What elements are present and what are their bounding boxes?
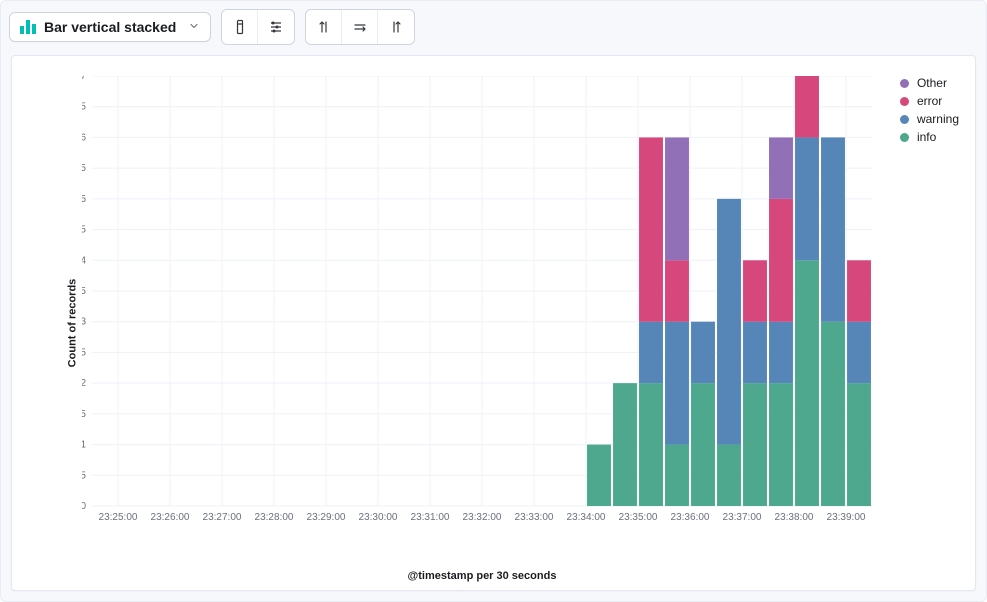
svg-text:23:26:00: 23:26:00	[151, 512, 190, 523]
bar-segment[interactable]	[847, 383, 871, 506]
chart-type-selector[interactable]: Bar vertical stacked	[9, 12, 211, 42]
svg-text:6.5: 6.5	[82, 102, 86, 113]
bar-segment[interactable]	[691, 322, 715, 383]
svg-text:5.5: 5.5	[82, 163, 86, 174]
bar-segment[interactable]	[795, 260, 819, 506]
bar-segment[interactable]	[639, 383, 663, 506]
bar-segment[interactable]	[847, 260, 871, 321]
svg-text:23:38:00: 23:38:00	[775, 512, 814, 523]
legend-dot-icon	[900, 133, 909, 142]
svg-text:23:35:00: 23:35:00	[619, 512, 658, 523]
svg-text:4: 4	[82, 255, 86, 266]
chart-panel: Count of records @timestamp per 30 secon…	[11, 55, 976, 591]
legend-dot-icon	[900, 97, 909, 106]
bar-segment[interactable]	[821, 137, 845, 321]
svg-text:5: 5	[82, 194, 86, 205]
svg-text:3: 3	[82, 317, 86, 328]
legend-item[interactable]: warning	[900, 110, 959, 128]
x-axis-label: @timestamp per 30 seconds	[82, 570, 882, 582]
bottom-axis-button[interactable]	[342, 10, 378, 44]
svg-text:23:29:00: 23:29:00	[307, 512, 346, 523]
chart-plot[interactable]: 0 0.5 1 1.5 2 2.5 3 3.5 4 4.5 5 5.5 6 6.5 7 23:25:00 23…	[82, 76, 882, 536]
bar-segment[interactable]	[821, 322, 845, 506]
y-axis-label: Count of records	[66, 279, 78, 368]
color-palette-button[interactable]	[222, 10, 258, 44]
legend-label: info	[917, 130, 936, 144]
settings-list-button[interactable]	[258, 10, 294, 44]
legend: Other error warning info	[900, 74, 959, 146]
bar-segment[interactable]	[743, 383, 767, 506]
left-axis-button[interactable]	[306, 10, 342, 44]
legend-item[interactable]: info	[900, 128, 959, 146]
svg-text:1: 1	[82, 440, 86, 451]
svg-text:23:31:00: 23:31:00	[411, 512, 450, 523]
svg-text:23:27:00: 23:27:00	[203, 512, 242, 523]
svg-text:2: 2	[82, 378, 86, 389]
legend-item[interactable]: error	[900, 92, 959, 110]
bar-segment[interactable]	[717, 445, 741, 506]
svg-text:23:25:00: 23:25:00	[99, 512, 138, 523]
legend-label: warning	[917, 112, 959, 126]
bar-segment[interactable]	[769, 383, 793, 506]
svg-text:23:39:00: 23:39:00	[827, 512, 866, 523]
legend-item[interactable]: Other	[900, 74, 959, 92]
bar-segment[interactable]	[665, 137, 689, 260]
bar-segment[interactable]	[847, 322, 871, 383]
bar-segment[interactable]	[743, 260, 767, 321]
bar-segment[interactable]	[743, 322, 767, 383]
svg-text:2.5: 2.5	[82, 347, 86, 358]
bar-segment[interactable]	[665, 322, 689, 445]
bar-chart-icon	[20, 20, 36, 34]
bar-segment[interactable]	[665, 260, 689, 321]
bar-segment[interactable]	[665, 445, 689, 506]
svg-text:23:28:00: 23:28:00	[255, 512, 294, 523]
bar-segment[interactable]	[769, 137, 793, 198]
svg-text:3.5: 3.5	[82, 286, 86, 297]
layer-tools-group	[221, 9, 295, 45]
svg-text:23:36:00: 23:36:00	[671, 512, 710, 523]
bar-segment[interactable]	[795, 76, 819, 137]
bar-segment[interactable]	[587, 445, 611, 506]
bar-segment[interactable]	[691, 383, 715, 506]
svg-text:6: 6	[82, 132, 86, 143]
chart-type-label: Bar vertical stacked	[44, 19, 176, 35]
bar-segment[interactable]	[769, 199, 793, 322]
legend-label: Other	[917, 76, 947, 90]
svg-text:23:32:00: 23:32:00	[463, 512, 502, 523]
bar-segment[interactable]	[613, 383, 637, 506]
svg-text:7: 7	[82, 76, 86, 82]
toolbar: Bar vertical stacked	[1, 1, 986, 45]
svg-text:23:34:00: 23:34:00	[567, 512, 606, 523]
bar-segment[interactable]	[795, 137, 819, 260]
legend-dot-icon	[900, 115, 909, 124]
chevron-down-icon	[188, 19, 200, 35]
svg-text:4.5: 4.5	[82, 225, 86, 236]
legend-label: error	[917, 94, 942, 108]
bar-segment[interactable]	[639, 137, 663, 321]
svg-text:23:33:00: 23:33:00	[515, 512, 554, 523]
axis-tools-group	[305, 9, 415, 45]
svg-text:0: 0	[82, 501, 86, 512]
right-axis-button[interactable]	[378, 10, 414, 44]
bar-segment[interactable]	[639, 322, 663, 383]
bar-segment[interactable]	[717, 199, 741, 445]
svg-text:1.5: 1.5	[82, 409, 86, 420]
bar-segment[interactable]	[769, 322, 793, 383]
legend-dot-icon	[900, 79, 909, 88]
app-root: { "toolbar": { "chart_type_label": "Bar …	[0, 0, 987, 602]
svg-text:23:30:00: 23:30:00	[359, 512, 398, 523]
svg-text:23:37:00: 23:37:00	[723, 512, 762, 523]
svg-text:0.5: 0.5	[82, 470, 86, 481]
